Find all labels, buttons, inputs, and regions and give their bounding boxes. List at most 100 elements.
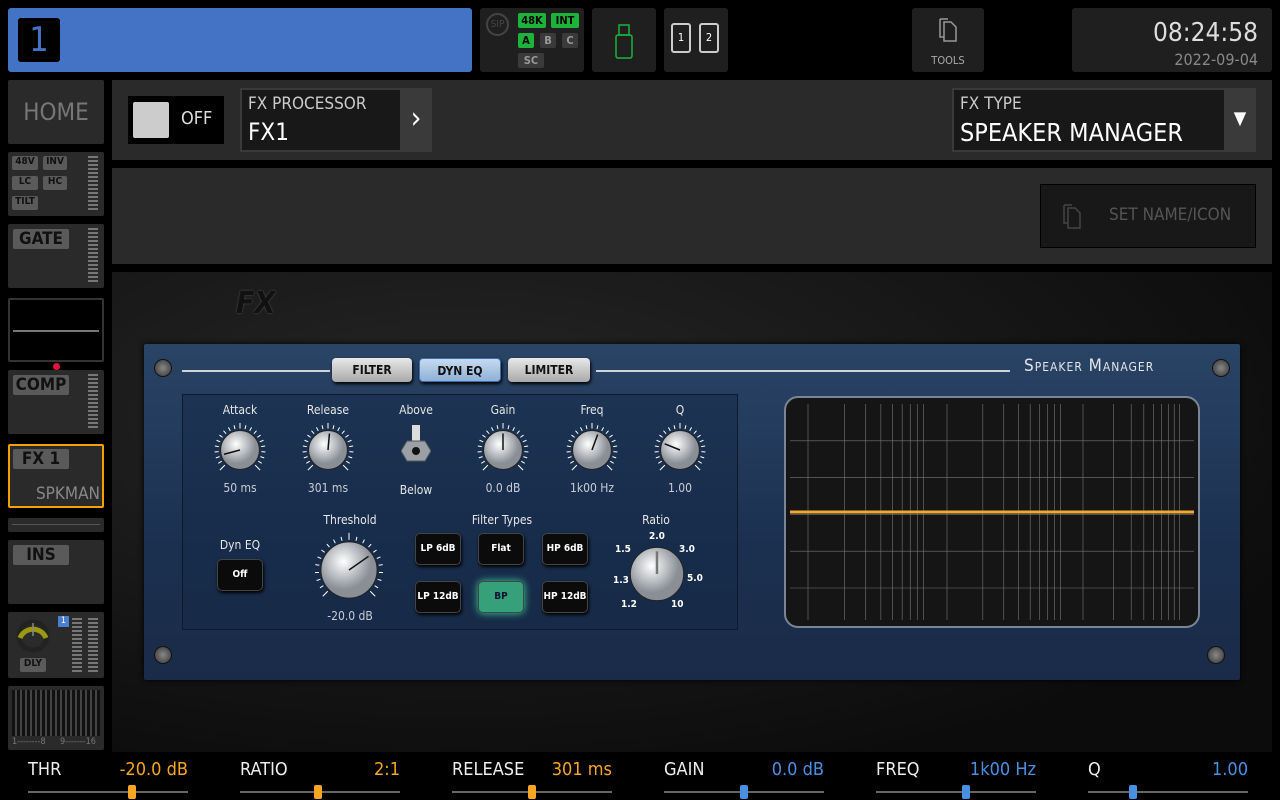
- speaker-manager-panel: FILTER DYN EQ LIMITER Speaker Manager At…: [144, 344, 1240, 680]
- freq-knob[interactable]: [565, 423, 619, 477]
- param-label: Q: [1088, 759, 1101, 780]
- clock-date: 2022-09-04: [1174, 50, 1258, 69]
- sidebar-bus-meters[interactable]: 1--------8 9-------16: [8, 686, 104, 750]
- dropdown-arrow-icon[interactable]: ▼: [1224, 88, 1256, 152]
- clock-source-badge: INT: [551, 13, 579, 28]
- fx1-tag: FX 1: [13, 449, 69, 469]
- sd-slot-1: 1: [671, 23, 691, 53]
- channel-strip-header[interactable]: 1: [8, 8, 472, 72]
- fx-processor-selector[interactable]: FX PROCESSOR FX1 ›: [240, 88, 432, 152]
- param-slider-handle[interactable]: [1128, 785, 1137, 799]
- q-label: Q: [675, 403, 685, 417]
- param-slider-handle[interactable]: [528, 785, 536, 799]
- sidebar-dly-block[interactable]: DLY 1: [8, 612, 104, 678]
- attack-knob[interactable]: [213, 423, 267, 477]
- param-freq[interactable]: FREQ 1k00 Hz: [876, 752, 1036, 800]
- sidebar-fx1-block[interactable]: FX 1 SPKMAN: [8, 444, 104, 508]
- fx-on-toggle[interactable]: OFF: [128, 96, 224, 144]
- ratio-label: Ratio: [642, 513, 670, 527]
- dly-meter-r: [88, 618, 98, 674]
- tools-button[interactable]: TOOLS: [912, 8, 984, 72]
- filter-bp-button[interactable]: BP: [478, 581, 524, 613]
- release-knob[interactable]: [301, 423, 355, 477]
- param-release[interactable]: RELEASE 301 ms: [452, 752, 612, 800]
- clock-time: 08:24:58: [1152, 18, 1258, 48]
- rate-badge: 48K: [518, 13, 546, 28]
- gate-tag: GATE: [13, 229, 69, 249]
- toggle-indicator: [133, 102, 169, 138]
- ratio-knob[interactable]: [628, 545, 686, 603]
- sidebar-eq-display[interactable]: [8, 298, 104, 362]
- ratio-tick-label: 1.2: [621, 599, 637, 610]
- bus-meter-bars: [12, 690, 100, 736]
- tools-label: TOOLS: [931, 54, 965, 67]
- sidebar-input-block[interactable]: 48V INV LC HC TILT: [8, 152, 104, 216]
- gain-knob[interactable]: [476, 423, 530, 477]
- usb-icon: [615, 24, 633, 59]
- eq-curve: [13, 330, 99, 332]
- param-slider-handle[interactable]: [740, 785, 748, 799]
- screw-icon: [1212, 359, 1230, 377]
- processor-label: FX PROCESSOR: [248, 94, 367, 114]
- toggle-label: OFF: [181, 108, 213, 129]
- home-button[interactable]: HOME: [8, 80, 104, 144]
- param-slider-track[interactable]: [876, 791, 1036, 793]
- badge-b: B: [540, 33, 556, 48]
- dyn-eq-off-button[interactable]: Off: [217, 559, 263, 591]
- param-ratio[interactable]: RATIO 2:1: [240, 752, 400, 800]
- sidebar-slider[interactable]: [8, 518, 104, 532]
- gain-value: 0.0 dB: [485, 481, 521, 495]
- freq-value: 1k00 Hz: [569, 481, 615, 495]
- fx1-type: SPKMAN: [35, 484, 100, 504]
- chevron-right-icon[interactable]: ›: [400, 88, 432, 152]
- param-q[interactable]: Q 1.00: [1088, 752, 1248, 800]
- sd-slot-2: 2: [699, 23, 719, 53]
- divider: [182, 370, 330, 372]
- param-slider-handle[interactable]: [314, 785, 323, 799]
- param-slider-handle[interactable]: [128, 785, 136, 799]
- tab-dyn-eq[interactable]: DYN EQ: [419, 358, 501, 382]
- sidebar-gate-block[interactable]: GATE: [8, 224, 104, 288]
- lowcut-tag: LC: [12, 176, 38, 190]
- filter-hp6-button[interactable]: HP 6dB: [542, 533, 588, 565]
- bus-range-1: 1--------8: [12, 737, 46, 747]
- usb-button[interactable]: [592, 8, 656, 72]
- above-below-switch[interactable]: [401, 423, 431, 467]
- threshold-label: Threshold: [323, 513, 377, 527]
- param-slider-track[interactable]: [28, 791, 188, 793]
- filter-lp12-button[interactable]: LP 12dB: [415, 581, 461, 613]
- eq-response-graph: [784, 396, 1200, 628]
- copy-icon: [1063, 204, 1081, 229]
- sidebar-ins-block[interactable]: INS: [8, 540, 104, 604]
- gain-label: Gain: [490, 403, 516, 417]
- badge-a: A: [518, 33, 534, 48]
- tab-filter[interactable]: FILTER: [332, 358, 412, 382]
- param-gain[interactable]: GAIN 0.0 dB: [664, 752, 824, 800]
- status-panel[interactable]: SIP 48K INT A B C SC: [480, 8, 584, 72]
- threshold-value: -20.0 dB: [327, 609, 373, 623]
- param-slider-track[interactable]: [1088, 791, 1248, 793]
- fx-type-selector[interactable]: FX TYPE SPEAKER MANAGER ▼: [952, 88, 1256, 152]
- highcut-tag: HC: [43, 176, 67, 190]
- q-knob[interactable]: [653, 423, 707, 477]
- attack-value: 50 ms: [223, 481, 257, 495]
- badge-sc: SC: [518, 53, 544, 68]
- phantom-tag: 48V: [12, 156, 38, 170]
- param-value: -20.0 dB: [119, 759, 188, 780]
- dly-meter-l: [72, 618, 82, 674]
- filter-hp12-button[interactable]: HP 12dB: [542, 581, 588, 613]
- param-value: 1k00 Hz: [969, 759, 1036, 780]
- sidebar-comp-block[interactable]: COMP: [8, 370, 104, 434]
- tab-limiter[interactable]: LIMITER: [508, 358, 590, 382]
- ratio-tick-label: 1.3: [613, 575, 629, 586]
- filter-lp6-button[interactable]: LP 6dB: [415, 533, 461, 565]
- fx-type-label: FX TYPE: [960, 94, 1022, 114]
- set-name-icon-button[interactable]: SET NAME/ICON: [1040, 184, 1256, 248]
- threshold-knob[interactable]: [310, 531, 388, 609]
- filter-types-label: Filter Types: [471, 513, 533, 527]
- sd-card-button[interactable]: 1 2: [664, 8, 728, 72]
- param-thr[interactable]: THR -20.0 dB: [28, 752, 188, 800]
- param-slider-handle[interactable]: [961, 785, 970, 799]
- release-label: Release: [306, 403, 350, 417]
- filter-flat-button[interactable]: Flat: [478, 533, 524, 565]
